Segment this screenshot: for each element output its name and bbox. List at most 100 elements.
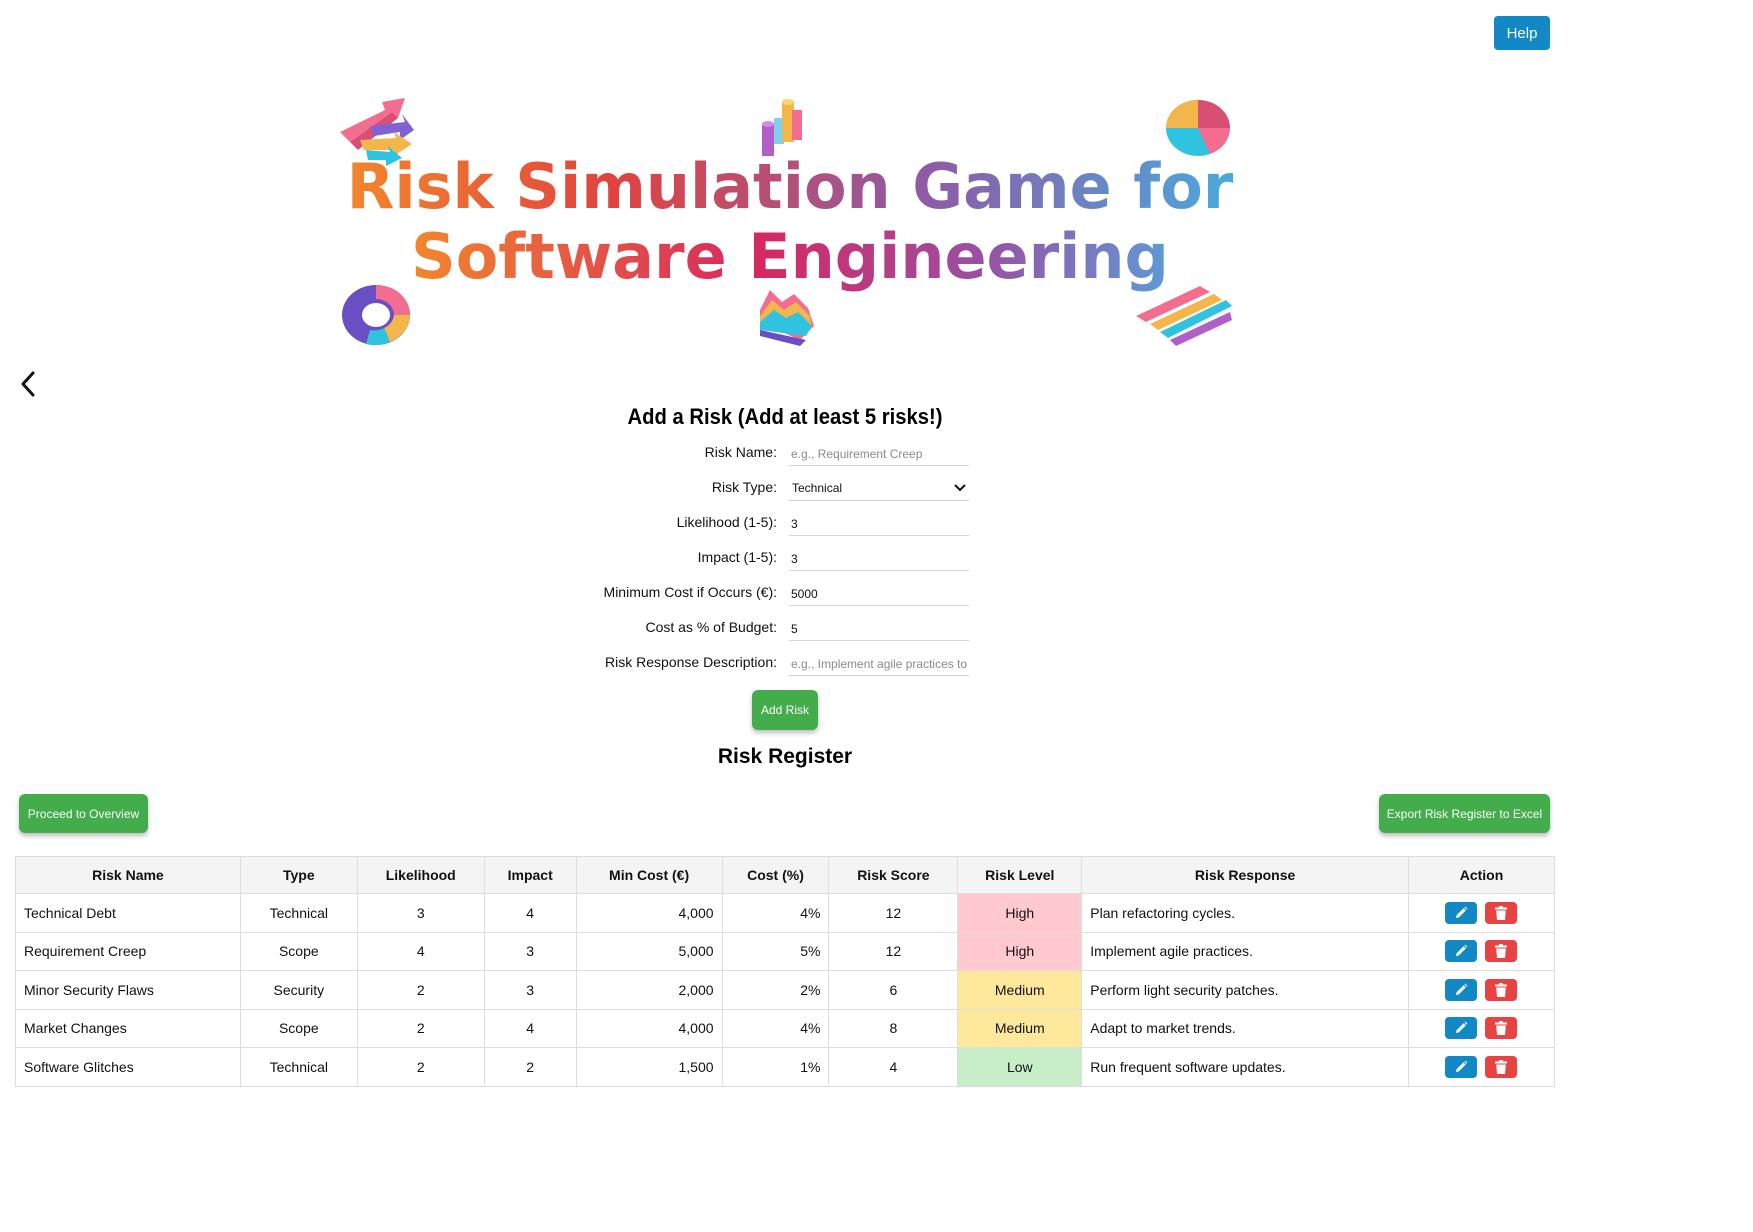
min-cost-input[interactable] [789, 580, 969, 606]
cell-risk-name: Software Glitches [15, 1047, 241, 1087]
cell-action [1407, 970, 1556, 1010]
cell-min-cost: 2,000 [575, 970, 723, 1010]
cell-cost-pct: 4% [721, 1008, 830, 1048]
add-risk-button[interactable]: Add Risk [752, 690, 818, 730]
cell-min-cost: 4,000 [575, 893, 723, 933]
response-input[interactable] [789, 650, 969, 676]
cell-impact: 2 [483, 1047, 577, 1087]
cell-risk-name: Technical Debt [15, 893, 241, 933]
min-cost-row: Minimum Cost if Occurs (€): [0, 580, 1570, 610]
impact-row: Impact (1-5): [0, 545, 1570, 575]
cell-risk-response: Perform light security patches. [1081, 970, 1409, 1010]
pencil-icon [1456, 983, 1468, 995]
cell-type: Scope [239, 931, 358, 971]
trash-icon [1495, 1059, 1508, 1074]
cell-impact: 3 [483, 931, 577, 971]
risk-type-select[interactable]: Technical [789, 475, 969, 501]
cell-risk-response: Adapt to market trends. [1081, 1008, 1409, 1048]
trash-icon [1495, 905, 1508, 920]
col-header-risk-score: Risk Score [828, 856, 959, 894]
cell-risk-score: 12 [828, 931, 959, 971]
cell-type: Security [239, 970, 358, 1010]
cell-action [1407, 893, 1556, 933]
edit-button[interactable] [1445, 1055, 1478, 1078]
col-header-action: Action [1407, 856, 1556, 894]
table-header-row: Risk Name Type Likelihood Impact Min Cos… [15, 856, 1556, 894]
cell-risk-response: Run frequent software updates. [1081, 1047, 1409, 1087]
cell-risk-response: Plan refactoring cycles. [1081, 893, 1409, 933]
back-button[interactable] [14, 368, 42, 400]
cell-cost-pct: 4% [721, 893, 830, 933]
delete-button[interactable] [1485, 1017, 1518, 1040]
cost-pct-label: Cost as % of Budget: [645, 619, 777, 635]
col-header-risk-level: Risk Level [957, 856, 1083, 894]
risk-register-title: Risk Register [717, 745, 853, 768]
cost-pct-input[interactable] [789, 615, 969, 641]
cell-min-cost: 1,500 [575, 1047, 723, 1087]
cell-risk-score: 8 [828, 1008, 959, 1048]
cell-likelihood: 2 [356, 1008, 485, 1048]
cell-likelihood: 4 [356, 931, 485, 971]
likelihood-row: Likelihood (1-5): [0, 510, 1570, 540]
edit-button[interactable] [1445, 940, 1478, 963]
col-header-likelihood: Likelihood [356, 856, 485, 894]
risk-type-label: Risk Type: [711, 479, 777, 495]
cell-likelihood: 2 [356, 1047, 485, 1087]
chevron-down-icon [954, 483, 966, 491]
trash-icon [1495, 944, 1508, 959]
cost-pct-row: Cost as % of Budget: [0, 615, 1570, 645]
help-button[interactable]: Help [1494, 16, 1550, 50]
risk-name-row: Risk Name: [0, 440, 1570, 470]
likelihood-label: Likelihood (1-5): [676, 514, 777, 530]
delete-button[interactable] [1485, 978, 1518, 1001]
table-row: Market Changes Scope 2 4 4,000 4% 8 Medi… [15, 1008, 1556, 1048]
cell-risk-name: Requirement Creep [15, 931, 241, 971]
cell-risk-response: Implement agile practices. [1081, 931, 1409, 971]
col-header-type: Type [239, 856, 358, 894]
cell-min-cost: 5,000 [575, 931, 723, 971]
table-row: Software Glitches Technical 2 2 1,500 1%… [15, 1047, 1556, 1087]
proceed-to-overview-button[interactable]: Proceed to Overview [19, 794, 148, 833]
likelihood-input[interactable] [789, 510, 969, 536]
cell-min-cost: 4,000 [575, 1008, 723, 1048]
min-cost-label: Minimum Cost if Occurs (€): [603, 584, 777, 600]
cell-risk-level: High [957, 931, 1083, 971]
impact-label: Impact (1-5): [697, 549, 777, 565]
stacked-bars-icon [1136, 286, 1232, 346]
cell-likelihood: 2 [356, 970, 485, 1010]
risk-name-input[interactable] [789, 440, 969, 466]
trash-icon [1495, 982, 1508, 997]
risk-type-value: Technical [792, 480, 843, 495]
pencil-icon [1456, 1060, 1468, 1072]
delete-button[interactable] [1485, 901, 1518, 924]
pencil-icon [1456, 906, 1468, 918]
edit-button[interactable] [1445, 901, 1478, 924]
cell-action [1407, 1047, 1556, 1087]
cell-impact: 4 [483, 893, 577, 933]
cell-impact: 4 [483, 1008, 577, 1048]
back-chevron-icon [21, 371, 35, 397]
cell-cost-pct: 2% [721, 970, 830, 1010]
cell-cost-pct: 1% [721, 1047, 830, 1087]
cell-type: Technical [239, 893, 358, 933]
cell-type: Scope [239, 1008, 358, 1048]
export-excel-button[interactable]: Export Risk Register to Excel [1379, 794, 1550, 833]
col-header-risk-name: Risk Name [15, 856, 241, 894]
col-header-impact: Impact [483, 856, 577, 894]
cell-risk-score: 4 [828, 1047, 959, 1087]
cell-risk-score: 12 [828, 893, 959, 933]
cell-action [1407, 1008, 1556, 1048]
pencil-icon [1456, 1021, 1468, 1034]
pencil-icon [1456, 944, 1468, 957]
response-row: Risk Response Description: [0, 650, 1570, 680]
cell-type: Technical [239, 1047, 358, 1087]
donut-chart-icon [342, 285, 410, 346]
impact-input[interactable] [789, 545, 969, 571]
edit-button[interactable] [1445, 978, 1478, 1001]
delete-button[interactable] [1485, 1055, 1518, 1078]
delete-button[interactable] [1485, 940, 1518, 963]
risk-name-label: Risk Name: [704, 444, 777, 460]
cell-risk-level: Low [957, 1047, 1083, 1087]
cell-action [1407, 931, 1556, 971]
edit-button[interactable] [1445, 1017, 1478, 1040]
